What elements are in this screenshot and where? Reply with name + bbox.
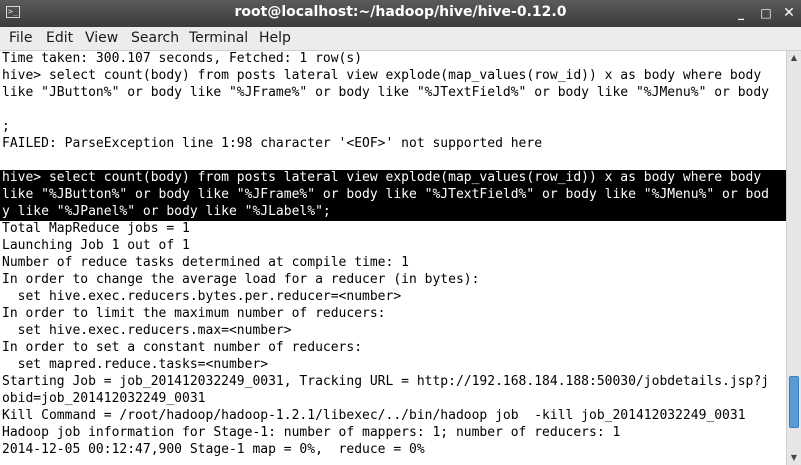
terminal-line-selected: like "%JButton%" or body like "%JFrame%"… [0,187,786,204]
menu-view[interactable]: View [85,30,118,46]
terminal-line: Kill Command = /root/hadoop/hadoop-1.2.1… [2,408,746,423]
terminal-line: Starting Job = job_201412032249_0031, Tr… [2,374,770,389]
minimize-button[interactable]: _ [731,3,751,23]
terminal-line: set mapred.reduce.tasks=<number> [2,357,269,372]
terminal-line: ; [2,119,10,134]
vertical-scrollbar[interactable]: ▲ ▼ [786,51,801,465]
menu-bar: File Edit View Search Terminal Help [0,27,801,51]
terminal-line: In order to change the average load for … [2,272,480,287]
scrollbar-thumb[interactable] [789,376,799,428]
terminal-line: like "JButton%" or body like "%JFrame%" … [2,85,770,100]
terminal-output[interactable]: Time taken: 300.107 seconds, Fetched: 1 … [0,51,786,465]
terminal-line: Hadoop job information for Stage-1: numb… [2,425,621,440]
terminal-line: hive> select count(body) from posts late… [2,68,762,83]
terminal-line-selected: hive> select count(body) from posts late… [0,170,786,187]
scroll-up-arrow-icon[interactable]: ▲ [787,51,801,65]
close-button[interactable]: ✕ [779,3,799,23]
terminal-line: FAILED: ParseException line 1:98 charact… [2,136,543,151]
menu-file[interactable]: File [9,30,32,46]
maximize-button[interactable]: □ [756,3,776,23]
terminal-line: Number of reduce tasks determined at com… [2,255,409,270]
terminal-line: obid=job_201412032249_0031 [2,391,206,406]
terminal-line: Total MapReduce jobs = 1 [2,221,190,236]
title-bar: >_ root@localhost:~/hadoop/hive/hive-0.1… [0,0,801,27]
window-title: root@localhost:~/hadoop/hive/hive-0.12.0 [234,4,567,20]
terminal-line: In order to set a constant number of red… [2,340,363,355]
scroll-down-arrow-icon[interactable]: ▼ [787,451,801,465]
terminal-line: In order to limit the maximum number of … [2,306,386,321]
menu-help[interactable]: Help [259,30,291,46]
terminal-line: set hive.exec.reducers.max=<number> [2,323,292,338]
terminal-line-selected: y like "%JPanel%" or body like "%JLabel%… [0,204,786,221]
menu-edit[interactable]: Edit [46,30,73,46]
terminal-line: 2014-12-05 00:12:47,900 Stage-1 map = 0%… [2,442,425,457]
terminal-line: Launching Job 1 out of 1 [2,238,190,253]
terminal-line: Time taken: 300.107 seconds, Fetched: 1 … [2,51,363,66]
terminal-line: set hive.exec.reducers.bytes.per.reducer… [2,289,402,304]
menu-search[interactable]: Search [131,30,179,46]
menu-terminal[interactable]: Terminal [189,30,248,46]
